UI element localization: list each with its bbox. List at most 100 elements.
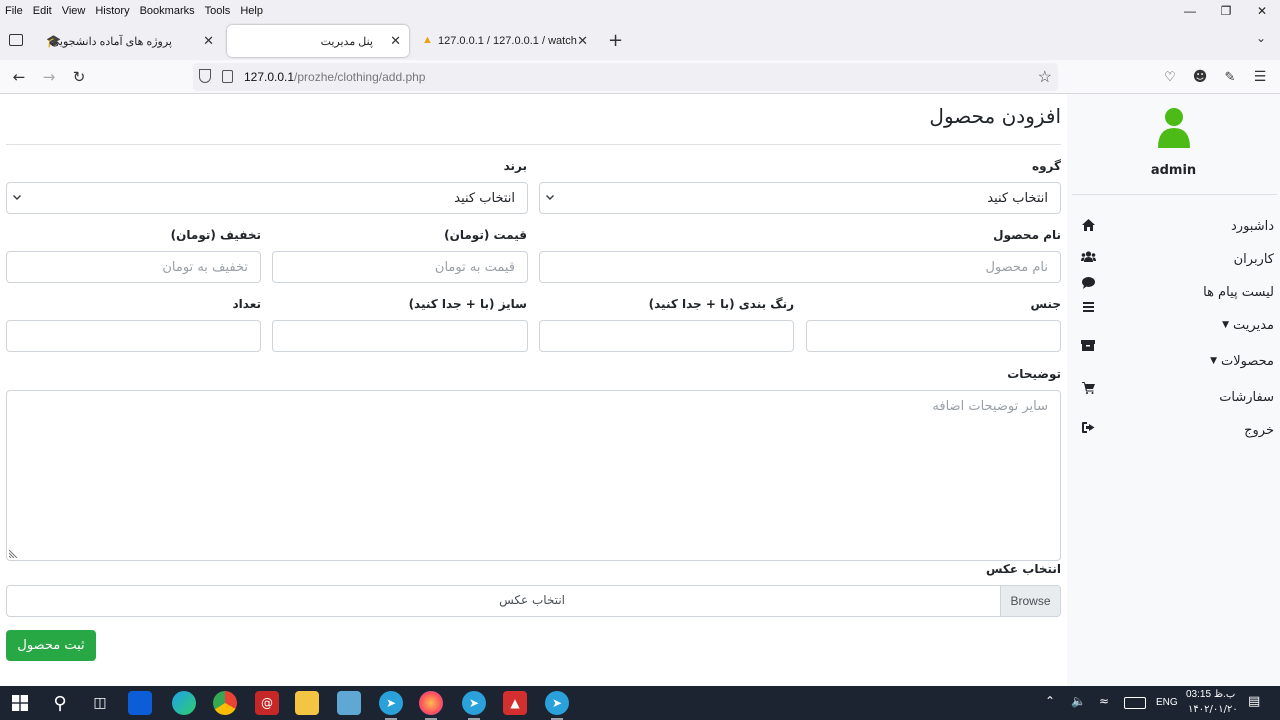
sizes-input[interactable]	[272, 320, 528, 352]
caret-down-icon: ▼	[1222, 320, 1230, 330]
sidebar-divider	[1072, 194, 1277, 195]
group-select[interactable]: انتخاب کنید	[539, 182, 1061, 214]
tab-phpmyadmin[interactable]: ▲ 127.0.0.1 / 127.0.0.1 / watch / u ✕	[414, 25, 596, 57]
sidebar-item-logout[interactable]: خروج	[1074, 416, 1274, 444]
app-red-icon[interactable]: @	[255, 691, 279, 715]
price-placeholder: قیمت به تومان	[434, 259, 515, 275]
url-bar[interactable]: 127.0.0.1/prozhe/clothing/add.php ☆	[193, 63, 1058, 91]
description-textarea[interactable]: سایر توضیحات اضافه	[6, 390, 1061, 561]
menu-bookmarks[interactable]: Bookmarks	[135, 5, 200, 17]
menu-view[interactable]: View	[57, 5, 91, 17]
sidebar-item-orders[interactable]: سفارشات	[1074, 382, 1274, 411]
extensions-icon[interactable]: ✎	[1220, 67, 1240, 87]
list-all-tabs-icon[interactable]	[9, 34, 23, 46]
notes-app-icon[interactable]	[337, 691, 361, 715]
tab-student-projects[interactable]: 🎓 پروژه های آماده دانشجویی ✕	[38, 25, 222, 57]
menu-help[interactable]: Help	[235, 5, 268, 17]
forward-button[interactable]: →	[39, 67, 59, 87]
url-host: 127.0.0.1	[244, 70, 295, 84]
back-button[interactable]: ←	[9, 67, 29, 87]
close-tab-icon[interactable]: ✕	[577, 33, 588, 49]
firefox-icon[interactable]	[419, 691, 443, 720]
home-icon	[1080, 217, 1096, 233]
telegram-icon[interactable]: ➤	[545, 691, 569, 720]
sidebar-item-label: محصولات	[1221, 353, 1274, 369]
gender-label: جنس	[1030, 297, 1061, 311]
menu-tools[interactable]: Tools	[200, 5, 236, 17]
image-label: انتخاب عکس	[985, 562, 1061, 576]
sidebar-item-users[interactable]: کاربران	[1074, 245, 1274, 273]
product-name-placeholder: نام محصول	[985, 259, 1048, 275]
store-icon[interactable]	[128, 691, 152, 715]
menu-file[interactable]: File	[0, 5, 28, 17]
discount-label: تخفیف (تومان)	[170, 228, 261, 242]
sidebar-item-label: خروج	[1244, 422, 1274, 438]
tab-admin-panel[interactable]: پنل مدیریت ✕	[227, 25, 409, 57]
image-file-input[interactable]: انتخاب عکس Browse	[6, 585, 1061, 617]
product-name-label: نام محصول	[993, 228, 1061, 242]
menu-history[interactable]: History	[90, 5, 134, 17]
sidebar-item-label: کاربران	[1233, 251, 1274, 267]
discount-input[interactable]: تخفیف به تومان	[6, 251, 261, 283]
price-input[interactable]: قیمت به تومان	[272, 251, 528, 283]
language-indicator[interactable]: ENG	[1156, 697, 1178, 708]
gender-input[interactable]	[806, 320, 1061, 352]
chevron-down-icon[interactable]: ⌄	[1256, 31, 1266, 45]
resize-handle-icon[interactable]	[9, 548, 19, 558]
clock-date[interactable]: ۱۴۰۲/۰۱/۲۰	[1188, 704, 1238, 715]
bookmark-star-icon[interactable]: ☆	[1038, 67, 1052, 87]
account-icon[interactable]: ☻	[1190, 67, 1210, 87]
new-tab-button[interactable]: +	[608, 30, 623, 51]
volume-icon[interactable]: 🔈	[1071, 694, 1086, 708]
chrome-icon[interactable]	[213, 691, 237, 715]
group-label: گروه	[1032, 159, 1061, 173]
chevron-down-icon	[13, 195, 21, 200]
minimize-button[interactable]: —	[1172, 0, 1208, 22]
keyboard-icon[interactable]	[1124, 697, 1146, 709]
search-icon[interactable]: ⚲	[48, 691, 72, 715]
count-input[interactable]	[6, 320, 261, 352]
task-view-icon[interactable]: ◫	[88, 691, 112, 715]
chevron-down-icon	[546, 195, 554, 200]
brand-select[interactable]: انتخاب کنید	[6, 182, 528, 214]
users-icon	[1080, 248, 1096, 264]
product-name-input[interactable]: نام محصول	[539, 251, 1061, 283]
sidebar-item-products[interactable]: محصولات ▼	[1074, 339, 1274, 375]
avatar	[1156, 106, 1192, 148]
menu-edit[interactable]: Edit	[28, 5, 57, 17]
title-divider	[6, 144, 1061, 145]
notification-icon[interactable]: ▤	[1248, 694, 1260, 709]
colors-input[interactable]	[539, 320, 794, 352]
sidebar-item-management[interactable]: مدیریت ▼	[1074, 302, 1274, 339]
pocket-icon[interactable]: ♡	[1160, 67, 1180, 87]
browse-button[interactable]: Browse	[1000, 586, 1060, 616]
username: admin	[1150, 163, 1197, 178]
wifi-icon[interactable]: ≈	[1099, 694, 1109, 708]
group-select-value: انتخاب کنید	[987, 190, 1048, 206]
description-label: توضیحات	[1007, 367, 1061, 381]
close-tab-icon[interactable]: ✕	[203, 33, 214, 49]
close-window-button[interactable]: ✕	[1244, 0, 1280, 22]
telegram-icon[interactable]: ➤	[462, 691, 486, 720]
restore-button[interactable]: ❐	[1208, 0, 1244, 22]
close-tab-icon[interactable]: ✕	[390, 33, 401, 49]
chevron-up-icon[interactable]: ⌃	[1045, 694, 1055, 708]
app-menu-icon[interactable]: ☰	[1250, 67, 1270, 87]
file-explorer-icon[interactable]	[295, 691, 319, 715]
sidebar-item-label: لیست پیام ها	[1203, 284, 1274, 300]
telegram-icon[interactable]: ➤	[379, 691, 403, 720]
acrobat-icon[interactable]: ▲	[503, 691, 527, 715]
clock-time[interactable]: 03:15 ب.ظ	[1186, 689, 1235, 700]
edge-icon[interactable]	[172, 691, 196, 715]
page-info-icon[interactable]	[222, 70, 233, 83]
reload-button[interactable]: ↻	[69, 67, 89, 87]
sidebar-item-messages[interactable]: لیست پیام ها	[1074, 277, 1274, 306]
submit-product-button[interactable]: ثبت محصول	[6, 630, 96, 661]
sidebar-item-dashboard[interactable]: داشبورد	[1074, 212, 1274, 240]
main-content: افزودن محصول گروه انتخاب کنید برند انتخا…	[0, 94, 1067, 686]
description-placeholder: سایر توضیحات اضافه	[932, 399, 1048, 414]
windows-start-icon[interactable]	[8, 691, 32, 715]
tab-title: پروژه های آماده دانشجویی	[50, 35, 172, 48]
sizes-label: سایز (با + جدا کنید)	[408, 297, 527, 311]
colors-label: رنگ بندی (با + جدا کنید)	[648, 297, 794, 311]
